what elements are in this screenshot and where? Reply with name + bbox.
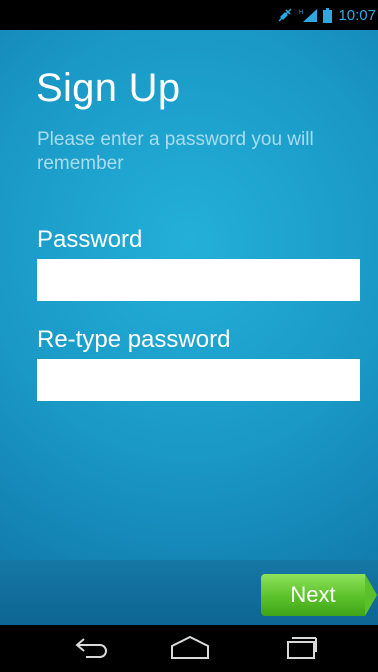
back-icon	[72, 635, 112, 664]
page-title: Sign Up	[36, 66, 181, 110]
bottom-action-bar: Next	[0, 560, 378, 625]
battery-icon	[323, 7, 333, 23]
mute-icon	[277, 7, 293, 23]
signup-screen: H 10:07 Sign Up Please enter a password …	[0, 0, 378, 672]
subtitle: Please enter a password you will remembe…	[37, 129, 314, 174]
status-time: 10:07	[338, 6, 376, 24]
password-input[interactable]	[37, 259, 360, 301]
home-icon	[168, 634, 212, 665]
back-button[interactable]	[62, 633, 122, 665]
recent-apps-icon	[280, 634, 320, 665]
signal-icon: H	[299, 8, 318, 22]
home-button[interactable]	[160, 633, 220, 665]
navigation-bar	[0, 625, 378, 672]
recent-apps-button[interactable]	[270, 633, 330, 665]
retype-password-input[interactable]	[37, 359, 360, 401]
retype-password-label: Re-type password	[37, 326, 231, 353]
password-label: Password	[37, 226, 143, 253]
next-arrow-tip	[365, 574, 377, 616]
svg-text:H: H	[299, 10, 303, 16]
signup-form: Sign Up Please enter a password you will…	[0, 30, 378, 560]
status-icons: H 10:07	[277, 0, 376, 30]
status-bar: H 10:07	[0, 0, 378, 30]
next-button[interactable]: Next	[261, 574, 365, 616]
